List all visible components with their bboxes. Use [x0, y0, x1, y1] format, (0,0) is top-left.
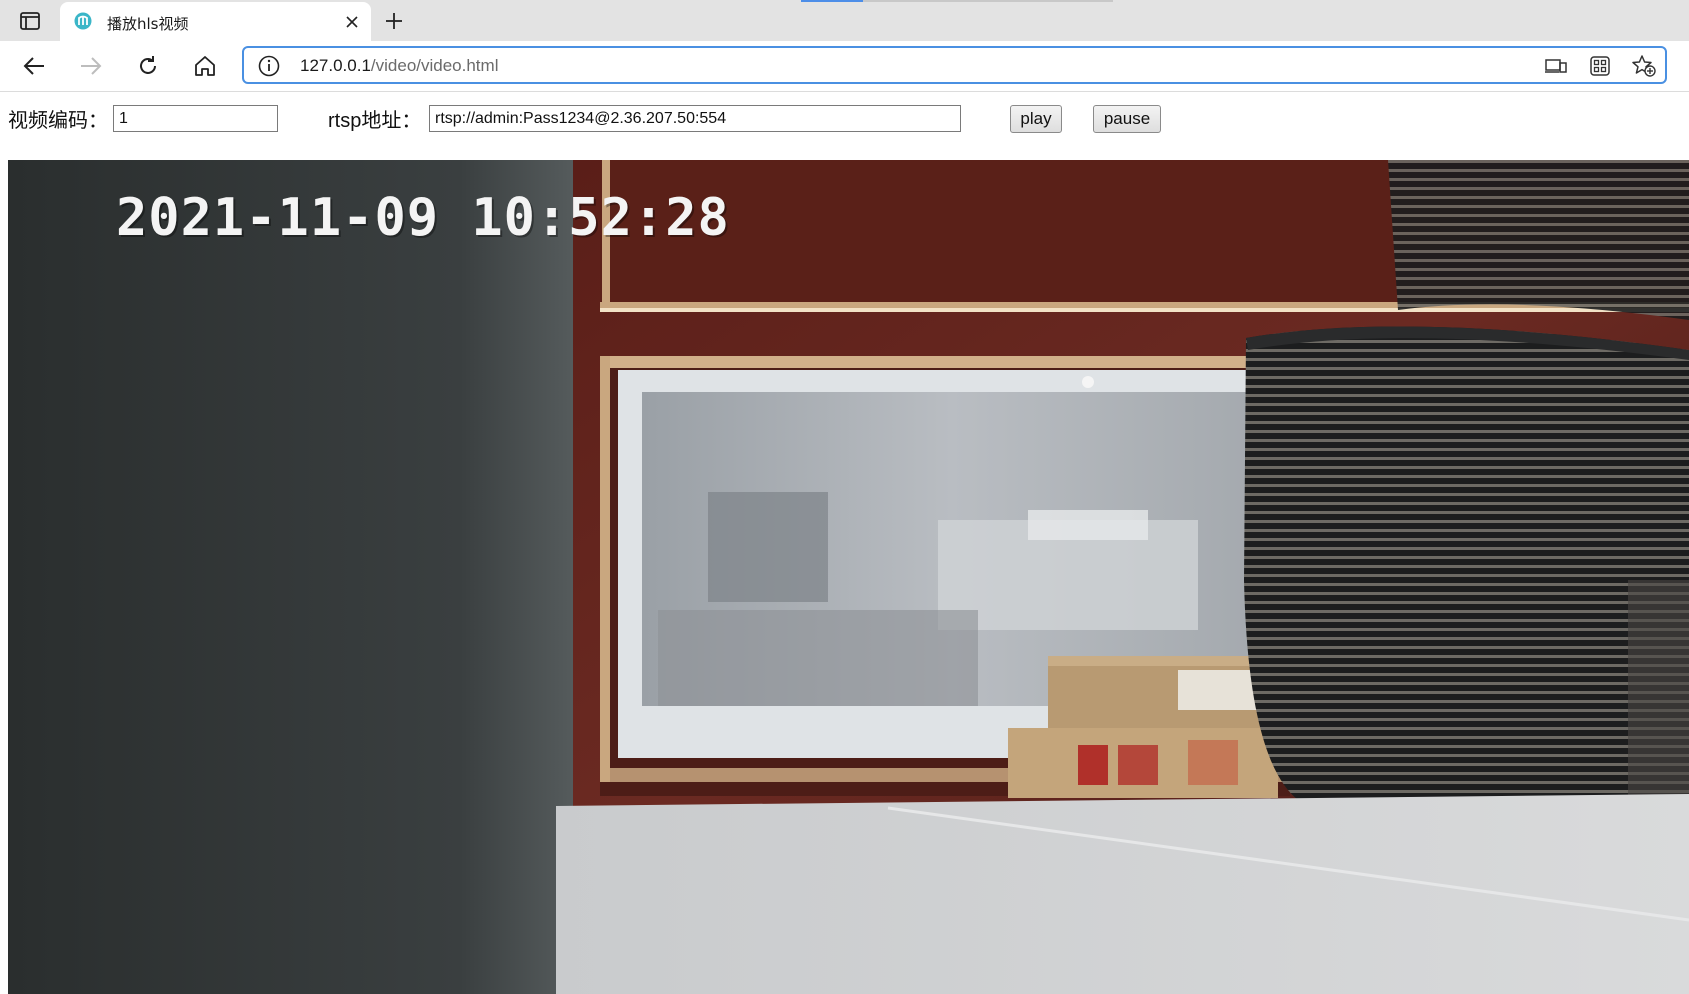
device-icon — [1545, 59, 1567, 73]
tab-actions-icon — [20, 12, 40, 30]
tab-actions-button[interactable] — [10, 8, 50, 34]
video-player[interactable]: 2021-11-09 10:52:28 — [8, 160, 1689, 994]
player-controls: 视频编码： rtsp地址： play pause — [0, 92, 1689, 148]
new-tab-button[interactable] — [379, 8, 409, 34]
url-path: /video/video.html — [370, 56, 499, 75]
address-url: 127.0.0.1/video/video.html — [300, 56, 498, 76]
info-icon[interactable] — [258, 55, 280, 77]
refresh-button[interactable] — [130, 49, 166, 83]
back-arrow-icon — [23, 57, 44, 75]
add-favorite-button[interactable] — [1631, 54, 1657, 78]
apps-grid-icon — [1590, 56, 1610, 76]
forward-arrow-icon — [81, 57, 102, 75]
refresh-icon — [140, 56, 156, 74]
back-button[interactable] — [16, 49, 52, 83]
plus-icon — [386, 13, 402, 29]
video-code-input[interactable] — [113, 105, 278, 132]
forward-button[interactable] — [73, 49, 109, 83]
browser-tab-active[interactable]: 播放hls视频 — [60, 2, 371, 41]
video-frame — [8, 160, 1689, 994]
close-icon — [346, 16, 358, 28]
pause-button[interactable]: pause — [1093, 105, 1161, 133]
app-favicon-icon — [74, 12, 92, 30]
favorite-star-add-icon — [1632, 55, 1656, 77]
video-timestamp-overlay: 2021-11-09 10:52:28 — [116, 188, 730, 248]
play-button[interactable]: play — [1010, 105, 1062, 133]
tab-title: 播放hls视频 — [107, 15, 189, 33]
home-icon — [195, 56, 215, 76]
tab-strip-accent — [801, 0, 863, 2]
video-code-label: 视频编码： — [8, 110, 108, 132]
tab-strip: 播放hls视频 — [0, 0, 1689, 41]
tab-strip-divider — [863, 0, 1113, 2]
read-aloud-button[interactable] — [1543, 54, 1569, 78]
rtsp-label: rtsp地址： — [328, 110, 422, 132]
url-host: 127.0.0.1 — [300, 56, 371, 75]
address-bar[interactable]: 127.0.0.1/video/video.html — [242, 46, 1667, 84]
rtsp-url-input[interactable] — [429, 105, 961, 132]
tab-close-button[interactable] — [341, 11, 363, 33]
apps-button[interactable] — [1587, 54, 1613, 78]
home-button[interactable] — [187, 49, 223, 83]
navigation-bar: 127.0.0.1/video/video.html — [0, 41, 1689, 92]
